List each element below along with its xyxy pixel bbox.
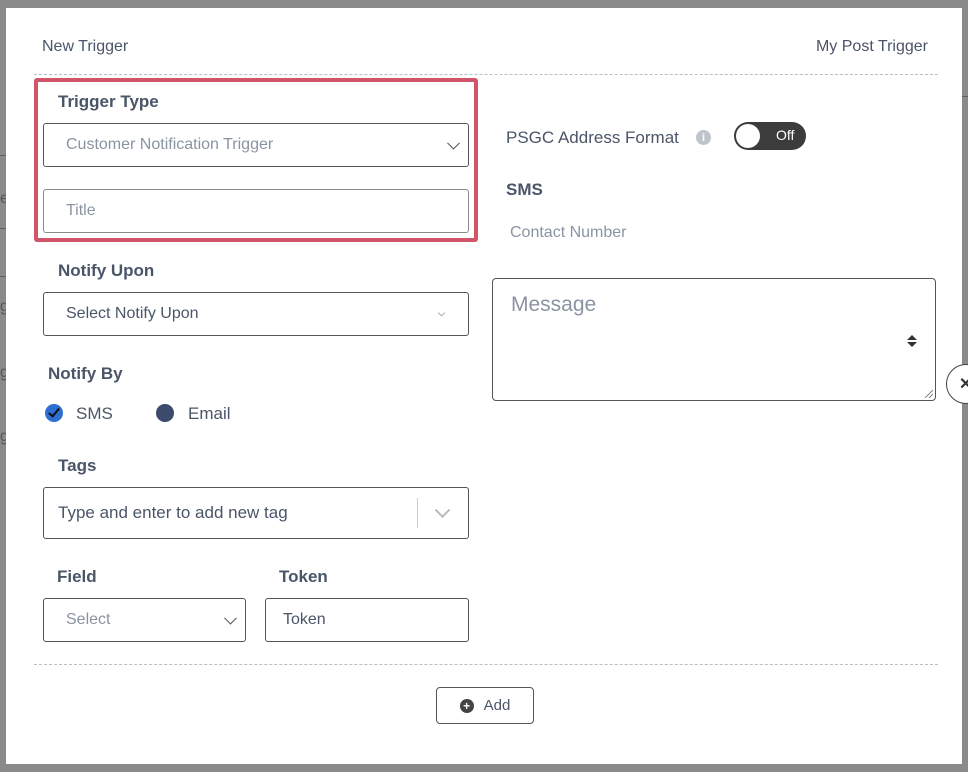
title-input[interactable]: Title (43, 189, 469, 233)
footer-divider (34, 664, 938, 665)
trigger-type-select[interactable]: Customer Notification Trigger (43, 123, 469, 167)
notify-by-label: Notify By (48, 364, 123, 383)
sms-radio-label[interactable]: SMS (76, 404, 113, 424)
notify-upon-value: Select Notify Upon (66, 305, 199, 322)
add-button-label: Add (483, 697, 511, 714)
chevron-down-icon (437, 309, 446, 317)
field-select[interactable]: Select (43, 598, 246, 642)
psgc-label: PSGC Address Format (506, 128, 679, 147)
token-label: Token (279, 567, 328, 586)
trigger-type-label: Trigger Type (58, 92, 159, 111)
token-input[interactable]: Token (265, 598, 469, 642)
chevron-down-icon[interactable] (434, 502, 451, 519)
tags-label: Tags (58, 456, 97, 475)
header-divider (34, 74, 938, 75)
toggle-knob (736, 124, 760, 148)
trigger-modal: New Trigger My Post Trigger Trigger Type… (6, 8, 962, 764)
modal-title-left: New Trigger (42, 38, 129, 55)
close-icon: ✕ (959, 376, 968, 393)
message-textarea[interactable]: Message (492, 278, 936, 401)
chevron-down-icon (224, 611, 237, 625)
field-label: Field (57, 567, 97, 586)
chevron-down-icon (447, 136, 460, 150)
spin-down-icon[interactable] (907, 342, 917, 347)
notify-upon-select[interactable]: Select Notify Upon (43, 292, 469, 336)
contact-number-input[interactable]: Contact Number (510, 224, 627, 242)
background-divider (962, 96, 968, 97)
psgc-toggle[interactable]: Off (734, 122, 806, 150)
tags-input[interactable]: Type and enter to add new tag (43, 487, 469, 539)
title-placeholder: Title (66, 202, 96, 219)
field-value: Select (66, 611, 111, 628)
modal-title-right: My Post Trigger (815, 38, 928, 55)
message-placeholder: Message (511, 293, 597, 316)
tags-divider (417, 498, 418, 528)
spin-up-icon[interactable] (907, 335, 917, 340)
sms-radio[interactable] (45, 404, 63, 422)
plus-circle-icon: + (459, 698, 474, 713)
resize-handle-icon[interactable] (925, 390, 933, 398)
email-radio-label[interactable]: Email (188, 404, 231, 424)
sms-section-label: SMS (506, 180, 543, 199)
token-value: Token (283, 611, 326, 628)
tags-placeholder: Type and enter to add new tag (58, 503, 288, 522)
info-icon[interactable]: i (696, 130, 711, 145)
trigger-type-value: Customer Notification Trigger (66, 136, 274, 153)
email-radio[interactable] (156, 404, 174, 422)
notify-upon-label: Notify Upon (58, 261, 155, 280)
add-button[interactable]: + Add (436, 687, 534, 724)
toggle-text: Off (776, 127, 795, 143)
